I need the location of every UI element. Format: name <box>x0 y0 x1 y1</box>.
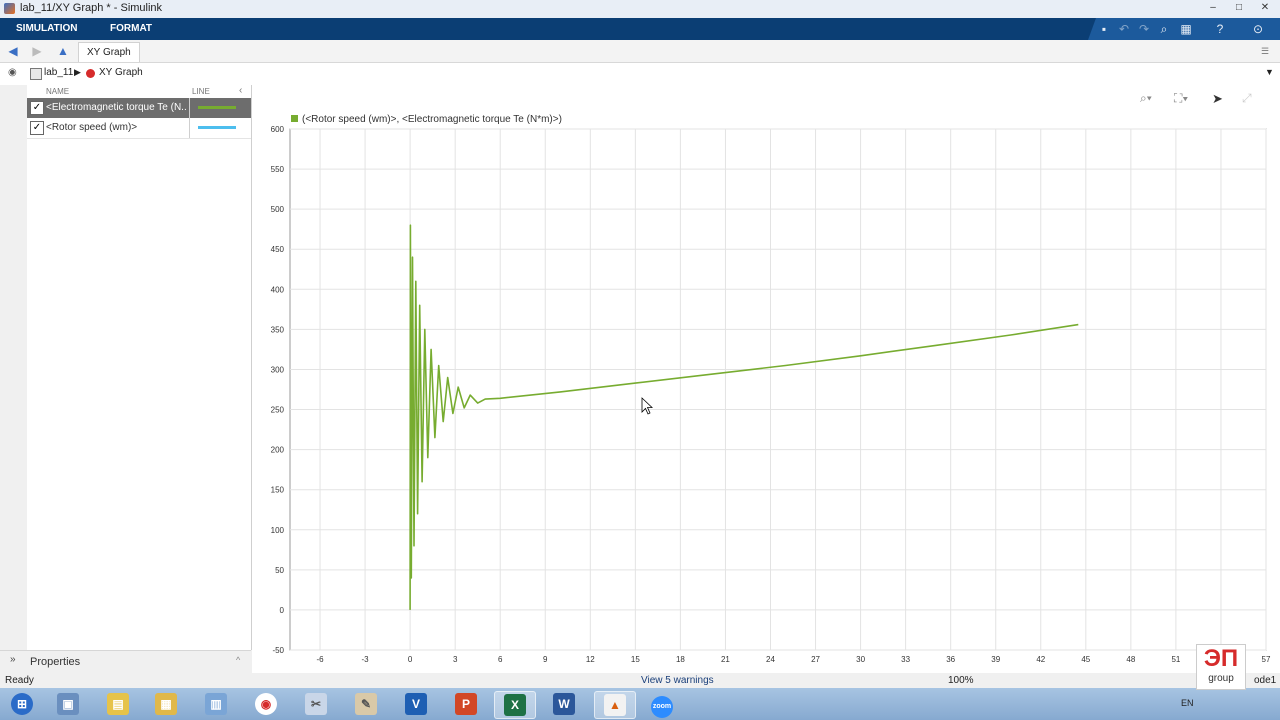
word-taskbar-icon[interactable]: W <box>544 691 584 717</box>
model-icon <box>30 68 42 80</box>
properties-panel-header[interactable]: » Properties ^ <box>0 650 251 673</box>
breadcrumb-block[interactable]: XY Graph <box>99 67 143 78</box>
quick-access-toolbar: ▪ ↶ ↷ ⌕ ▦ ? ⊙ <box>1088 18 1280 40</box>
maximize-button[interactable]: □ <box>1230 1 1248 15</box>
paint-icon: ✎ <box>355 693 377 715</box>
watermark-logo: ЭП group <box>1196 644 1246 690</box>
signal-row[interactable]: ✓ <Rotor speed (wm)> <box>27 118 251 139</box>
zoom-taskbar-icon[interactable]: zoom <box>642 691 682 718</box>
chrome-icon: ◉ <box>255 693 277 715</box>
status-text: Ready <box>5 675 34 686</box>
legend-swatch <box>291 115 298 122</box>
signal-label: <Electromagnetic torque Te (N... <box>46 102 186 113</box>
forward-arrow-icon[interactable]: ▶ <box>28 43 46 59</box>
start-icon: ⊞ <box>11 693 33 715</box>
expand-icon[interactable]: » <box>10 654 16 665</box>
snip-taskbar-icon[interactable]: ✂ <box>296 691 336 717</box>
matlab-icon: ▲ <box>604 694 626 716</box>
zoom-icon[interactable]: ⌕▾ <box>1140 91 1152 106</box>
folder-icon: ▤ <box>107 693 129 715</box>
signal-checkbox[interactable]: ✓ <box>30 121 44 135</box>
toolstrip: SIMULATION FORMAT <box>0 18 1280 40</box>
breadcrumb: ◉ lab_11 ▶ XY Graph ▼ <box>0 63 1280 86</box>
back-arrow-icon[interactable]: ◀ <box>4 43 22 59</box>
line-swatch[interactable] <box>198 126 236 129</box>
outlook-icon: V <box>405 693 427 715</box>
chevron-down-icon[interactable]: ▼ <box>1265 67 1274 77</box>
legend-label: (<Rotor speed (wm)>, <Electromagnetic to… <box>302 114 562 125</box>
excel-icon: X <box>504 694 526 716</box>
calc-taskbar-icon[interactable]: ▥ <box>196 691 236 717</box>
warnings-link[interactable]: View 5 warnings <box>641 675 714 686</box>
eye-icon[interactable]: ◉ <box>8 67 17 78</box>
signal-row[interactable]: ✓ <Electromagnetic torque Te (N... <box>27 98 251 118</box>
plot-legend[interactable]: (<Rotor speed (wm)>, <Electromagnetic to… <box>291 114 562 125</box>
snip-icon: ✂ <box>305 693 327 715</box>
chevron-right-icon: ▶ <box>74 67 81 77</box>
line-swatch[interactable] <box>198 106 236 109</box>
signal-table-panel: NAME LINE ‹ ✓ <Electromagnetic torque Te… <box>27 85 252 650</box>
status-bar: Ready View 5 warnings 100% ode1 <box>0 673 1280 688</box>
up-arrow-icon[interactable]: ▲ <box>54 43 72 59</box>
search-icon[interactable]: ⌕ <box>1156 21 1172 37</box>
network-taskbar-icon[interactable]: ▣ <box>48 691 88 717</box>
taskbar: ⊞ ▣ ▤ ▦ ▥ ◉ ✂ ✎ V P X W ▲ zoom <box>0 688 1280 720</box>
matlab-taskbar-icon[interactable]: ▲ <box>594 691 636 719</box>
signal-label: <Rotor speed (wm)> <box>46 122 138 133</box>
window-title: lab_11/XY Graph * - Simulink <box>20 2 163 14</box>
grid-icon[interactable]: ▦ <box>1178 21 1194 37</box>
chrome-taskbar-icon[interactable]: ◉ <box>246 691 286 717</box>
breadcrumb-model[interactable]: lab_11 <box>44 67 73 78</box>
tab-simulation[interactable]: SIMULATION <box>6 18 87 40</box>
expand-icon[interactable]: ⤢ <box>1242 91 1252 106</box>
powerpoint-icon: P <box>455 693 477 715</box>
block-icon <box>86 69 95 78</box>
collapse-chevron-icon[interactable]: ‹ <box>239 85 242 96</box>
network-icon: ▣ <box>57 693 79 715</box>
tab-format[interactable]: FORMAT <box>100 18 162 40</box>
help-icon[interactable]: ? <box>1212 21 1228 37</box>
more-options-icon[interactable]: ••• <box>1242 129 1254 139</box>
logo-subtext: group <box>1208 673 1234 684</box>
files-taskbar-icon[interactable]: ▦ <box>146 691 186 717</box>
language-indicator[interactable]: EN <box>1181 698 1194 708</box>
cursor-select-icon[interactable]: ➤ <box>1212 91 1223 107</box>
close-button[interactable]: ✕ <box>1256 1 1274 15</box>
outlook-taskbar-icon[interactable]: V <box>396 691 436 717</box>
simulink-icon <box>4 3 15 14</box>
redo-icon[interactable]: ↷ <box>1136 21 1152 37</box>
list-icon[interactable]: ☰ <box>1256 43 1274 59</box>
calc-icon: ▥ <box>205 693 227 715</box>
properties-label: Properties <box>30 656 81 668</box>
word-icon: W <box>553 693 575 715</box>
signal-checkbox[interactable]: ✓ <box>30 101 44 115</box>
folder-taskbar-icon[interactable]: ▤ <box>98 691 138 717</box>
left-gutter <box>0 85 28 665</box>
files-icon: ▦ <box>155 693 177 715</box>
start-taskbar-icon[interactable]: ⊞ <box>2 691 42 717</box>
solver-name[interactable]: ode1 <box>1254 675 1276 686</box>
row-divider <box>189 98 190 118</box>
chevron-up-icon[interactable]: ^ <box>236 655 240 665</box>
plot-area: ⌕▾ ⛶▾ ➤ ⤢ ••• <box>252 85 1280 673</box>
excel-taskbar-icon[interactable]: X <box>494 691 536 719</box>
settings-icon[interactable]: ⊙ <box>1250 21 1266 37</box>
tab-xy-graph[interactable]: XY Graph <box>78 42 140 62</box>
minimize-button[interactable]: – <box>1204 1 1222 15</box>
save-icon[interactable]: ▪ <box>1096 21 1112 37</box>
powerpoint-taskbar-icon[interactable]: P <box>446 691 486 717</box>
navigation-bar: ◀ ▶ ▲ XY Graph ☰ <box>0 40 1280 63</box>
column-header-name[interactable]: NAME <box>46 87 69 96</box>
row-divider <box>189 118 190 138</box>
logo-mark: ЭП <box>1203 645 1239 672</box>
undo-icon[interactable]: ↶ <box>1116 21 1132 37</box>
zoom-level: 100% <box>948 675 974 686</box>
paint-taskbar-icon[interactable]: ✎ <box>346 691 386 717</box>
window-titlebar: lab_11/XY Graph * - Simulink – □ ✕ <box>0 0 1280 19</box>
column-header-line[interactable]: LINE <box>192 87 210 96</box>
fit-to-view-icon[interactable]: ⛶▾ <box>1174 91 1188 106</box>
zoom-icon: zoom <box>651 696 673 718</box>
